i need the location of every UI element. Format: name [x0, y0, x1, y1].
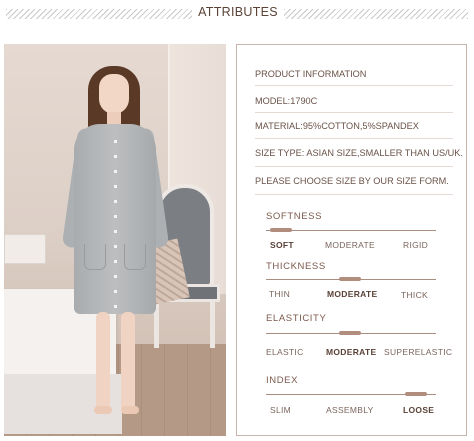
thickness-scale	[266, 277, 436, 281]
elasticity-scale	[266, 331, 436, 335]
dress-buttons	[114, 140, 117, 310]
index-title: INDEX	[266, 375, 299, 386]
softness-title: SOFTNESS	[266, 211, 323, 222]
thickness-marker	[339, 277, 361, 281]
thickness-option-thick: THICK	[401, 290, 428, 300]
index-option-slim: SLIM	[270, 405, 292, 415]
header-hatch-left	[6, 9, 192, 19]
nightstand	[4, 234, 46, 264]
dress-pocket-right	[124, 244, 146, 270]
index-option-assembly: ASSEMBLY	[326, 405, 374, 415]
model-face	[99, 74, 129, 114]
index-option-loose: LOOSE	[403, 405, 435, 415]
product-info-panel: PRODUCT INFORMATION MODEL:1790C MATERIAL…	[236, 44, 467, 436]
elasticity-title: ELASTICITY	[266, 313, 327, 324]
softness-option-soft: SOFT	[270, 240, 294, 250]
model-text: MODEL:1790C	[255, 96, 318, 106]
header-title: ATTRIBUTES	[198, 5, 278, 19]
material-text: MATERIAL:95%COTTON,5%SPANDEX	[255, 121, 419, 131]
header-hatch-right	[284, 9, 468, 19]
elasticity-option-elastic: ELASTIC	[266, 347, 304, 357]
product-info-title: PRODUCT INFORMATION	[255, 69, 367, 79]
index-scale	[266, 392, 436, 396]
elasticity-option-moderate: MODERATE	[326, 347, 377, 357]
size-type-text: SIZE TYPE: ASIAN SIZE,SMALLER THAN US/UK…	[255, 148, 463, 158]
elasticity-marker	[339, 331, 361, 335]
softness-option-rigid: RIGID	[403, 240, 429, 250]
thickness-option-thin: THIN	[269, 289, 291, 299]
dress-pocket-left	[84, 244, 106, 270]
softness-option-moderate: MODERATE	[325, 240, 375, 250]
softness-scale	[266, 228, 436, 232]
softness-marker	[270, 228, 292, 232]
index-marker	[405, 392, 427, 396]
product-photo	[4, 44, 226, 436]
elasticity-option-superelastic: SUPERELASTIC	[384, 347, 453, 357]
attributes-header: ATTRIBUTES	[0, 0, 474, 30]
thickness-title: THICKNESS	[266, 261, 326, 272]
size-note-text: PLEASE CHOOSE SIZE BY OUR SIZE FORM.	[255, 176, 449, 186]
thickness-option-moderate: MODERATE	[327, 289, 378, 299]
